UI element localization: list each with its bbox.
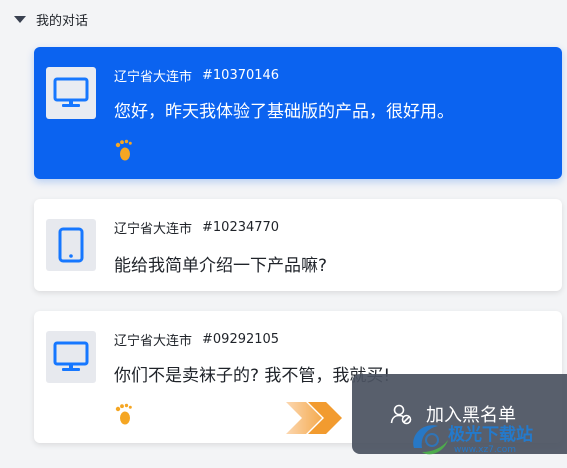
conversation-id: #09292105 bbox=[202, 332, 280, 347]
add-to-blacklist-menu-item[interactable]: 加入黑名单 bbox=[426, 401, 516, 427]
monitor-icon bbox=[46, 67, 96, 119]
footprint-icon bbox=[115, 139, 132, 161]
location-label: 辽宁省大连市 bbox=[114, 70, 193, 85]
conversation-card[interactable]: 辽宁省大连市 #10234770 能给我简单介绍一下产品嘛? bbox=[34, 199, 562, 291]
section-header[interactable]: 我的对话 bbox=[14, 10, 89, 29]
monitor-icon bbox=[46, 331, 96, 383]
section-title: 我的对话 bbox=[36, 13, 89, 29]
message-preview: 您好，昨天我体验了基础版的产品，很好用。 bbox=[114, 102, 454, 122]
conversation-id: #10234770 bbox=[202, 220, 280, 235]
message-preview: 你们不是卖袜子的? 我不管，我就买! bbox=[114, 366, 391, 386]
location-label: 辽宁省大连市 bbox=[114, 334, 193, 349]
location-label: 辽宁省大连市 bbox=[114, 222, 193, 237]
arrow-right-icon bbox=[286, 402, 342, 434]
conversation-card[interactable]: 辽宁省大连市 #10370146 您好，昨天我体验了基础版的产品，很好用。 bbox=[34, 47, 562, 179]
conversation-panel: 我的对话 辽宁省大连市 #10370146 您好，昨天我体验了基础版的产品，很好… bbox=[0, 0, 567, 468]
conversation-id: #10370146 bbox=[202, 68, 280, 83]
context-menu: 加入黑名单 bbox=[352, 374, 567, 454]
user-block-icon bbox=[390, 404, 412, 425]
message-preview: 能给我简单介绍一下产品嘛? bbox=[114, 256, 328, 276]
footprint-icon bbox=[115, 403, 132, 425]
conversation-meta: 辽宁省大连市 #09292105 bbox=[114, 330, 279, 349]
caret-down-icon[interactable] bbox=[14, 15, 26, 23]
conversation-meta: 辽宁省大连市 #10370146 bbox=[114, 66, 279, 85]
conversation-meta: 辽宁省大连市 #10234770 bbox=[114, 218, 279, 237]
tablet-icon bbox=[46, 219, 96, 271]
